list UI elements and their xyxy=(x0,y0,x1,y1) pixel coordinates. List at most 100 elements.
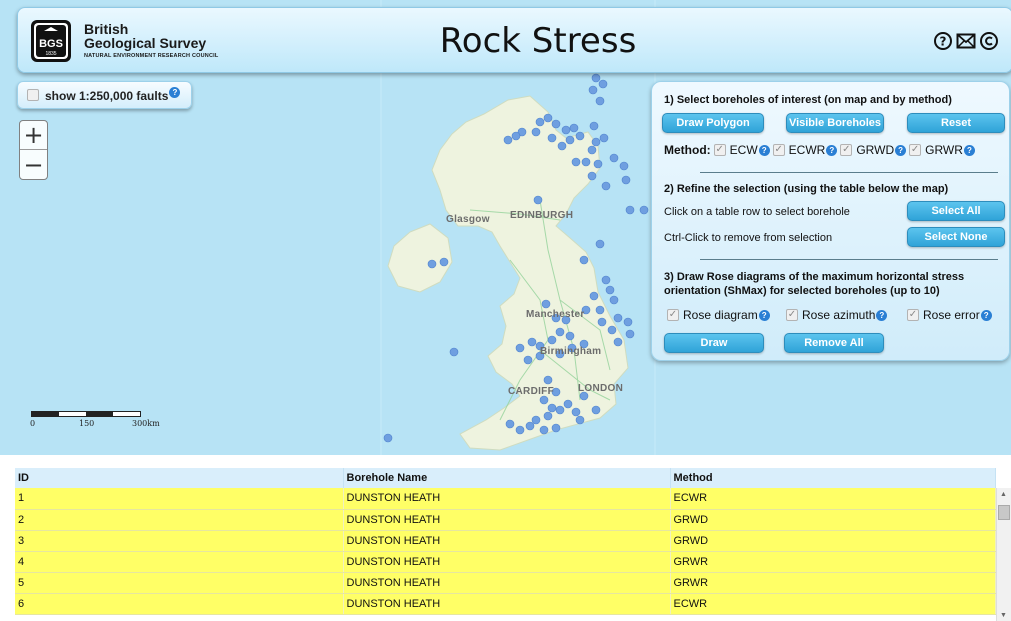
select-none-button[interactable]: Select None xyxy=(907,227,1005,247)
borehole-marker[interactable] xyxy=(588,85,598,95)
borehole-marker[interactable] xyxy=(505,419,515,429)
draw-polygon-button[interactable]: Draw Polygon xyxy=(662,113,764,133)
column-header-borehole-name[interactable]: Borehole Name xyxy=(343,468,671,488)
borehole-marker[interactable] xyxy=(595,96,605,106)
borehole-marker[interactable] xyxy=(581,157,591,167)
borehole-marker[interactable] xyxy=(575,415,585,425)
borehole-marker[interactable] xyxy=(625,205,635,215)
borehole-marker[interactable] xyxy=(589,291,599,301)
borehole-marker[interactable] xyxy=(533,195,543,205)
borehole-marker[interactable] xyxy=(511,131,521,141)
copyright-icon[interactable] xyxy=(978,30,1000,52)
borehole-marker[interactable] xyxy=(625,329,635,339)
borehole-marker[interactable] xyxy=(547,403,557,413)
borehole-marker[interactable] xyxy=(587,145,597,155)
borehole-marker[interactable] xyxy=(543,375,553,385)
borehole-marker[interactable] xyxy=(607,325,617,335)
scrollbar-thumb[interactable] xyxy=(998,505,1010,520)
borehole-marker[interactable] xyxy=(599,133,609,143)
borehole-marker[interactable] xyxy=(601,181,611,191)
borehole-marker[interactable] xyxy=(561,125,571,135)
borehole-marker[interactable] xyxy=(621,175,631,185)
borehole-marker[interactable] xyxy=(571,157,581,167)
help-icon[interactable]: ? xyxy=(826,144,838,156)
borehole-marker[interactable] xyxy=(557,141,567,151)
borehole-marker[interactable] xyxy=(571,407,581,417)
method-checkbox-ecw[interactable]: ✓ xyxy=(713,144,726,156)
rose-azimuth-checkbox[interactable]: ✓ xyxy=(786,309,798,321)
table-row[interactable]: 5 DUNSTON HEATH GRWR xyxy=(15,572,996,594)
borehole-marker[interactable] xyxy=(569,123,579,133)
faults-toggle[interactable]: show 1:250,000 faults? xyxy=(17,81,192,109)
borehole-marker[interactable] xyxy=(623,317,633,327)
borehole-marker[interactable] xyxy=(609,295,619,305)
table-row[interactable]: 1 DUNSTON HEATH ECWR xyxy=(15,488,996,510)
borehole-marker[interactable] xyxy=(563,399,573,409)
borehole-marker[interactable] xyxy=(449,347,459,357)
reset-button[interactable]: Reset xyxy=(907,113,1005,133)
borehole-marker[interactable] xyxy=(547,335,557,345)
borehole-marker[interactable] xyxy=(555,327,565,337)
scroll-up-icon[interactable]: ▲ xyxy=(1000,491,1007,498)
borehole-marker[interactable] xyxy=(439,257,449,267)
borehole-marker[interactable] xyxy=(525,421,535,431)
table-row[interactable]: 3 DUNSTON HEATH GRWD xyxy=(15,530,996,552)
borehole-marker[interactable] xyxy=(591,137,601,147)
help-icon[interactable]: ? xyxy=(895,144,907,156)
borehole-marker[interactable] xyxy=(575,131,585,141)
borehole-marker[interactable] xyxy=(595,305,605,315)
borehole-marker[interactable] xyxy=(543,113,553,123)
table-row[interactable]: 2 DUNSTON HEATH GRWD xyxy=(15,509,996,531)
borehole-marker[interactable] xyxy=(527,337,537,347)
borehole-marker[interactable] xyxy=(605,285,615,295)
method-checkbox-ecwr[interactable]: ✓ xyxy=(772,144,785,156)
borehole-marker[interactable] xyxy=(609,153,619,163)
borehole-marker[interactable] xyxy=(551,423,561,433)
column-header-id[interactable]: ID xyxy=(15,468,344,488)
help-icon[interactable]: ? xyxy=(932,30,954,52)
remove-all-button[interactable]: Remove All xyxy=(784,333,884,353)
zoom-out-button[interactable]: − xyxy=(20,150,47,179)
zoom-in-button[interactable]: + xyxy=(20,121,47,150)
borehole-marker[interactable] xyxy=(551,119,561,129)
borehole-marker[interactable] xyxy=(515,343,525,353)
visible-boreholes-button[interactable]: Visible Boreholes xyxy=(786,113,884,133)
borehole-marker[interactable] xyxy=(619,161,629,171)
method-checkbox-grwd[interactable]: ✓ xyxy=(840,144,853,156)
borehole-marker[interactable] xyxy=(531,127,541,137)
borehole-marker[interactable] xyxy=(383,433,393,443)
scroll-down-icon[interactable]: ▼ xyxy=(1000,612,1007,619)
borehole-marker[interactable] xyxy=(613,313,623,323)
borehole-marker[interactable] xyxy=(503,135,513,145)
borehole-marker[interactable] xyxy=(587,171,597,181)
borehole-marker[interactable] xyxy=(593,159,603,169)
borehole-marker[interactable] xyxy=(598,79,608,89)
table-row[interactable]: 6 DUNSTON HEATH ECWR xyxy=(15,593,996,615)
borehole-marker[interactable] xyxy=(547,133,557,143)
table-row[interactable]: 4 DUNSTON HEATH GRWR xyxy=(15,551,996,573)
borehole-marker[interactable] xyxy=(591,405,601,415)
help-icon[interactable]: ? xyxy=(758,144,770,156)
borehole-marker[interactable] xyxy=(639,205,649,215)
borehole-marker[interactable] xyxy=(539,425,549,435)
table-scrollbar[interactable]: ▲ ▼ xyxy=(996,488,1011,621)
help-icon[interactable]: ? xyxy=(876,309,888,321)
email-icon[interactable] xyxy=(955,30,977,52)
rose-error-checkbox[interactable]: ✓ xyxy=(907,309,919,321)
borehole-marker[interactable] xyxy=(597,317,607,327)
borehole-marker[interactable] xyxy=(523,355,533,365)
help-icon[interactable]: ? xyxy=(963,144,975,156)
help-icon[interactable]: ? xyxy=(758,309,770,321)
borehole-marker[interactable] xyxy=(543,411,553,421)
borehole-marker[interactable] xyxy=(595,239,605,249)
select-all-button[interactable]: Select All xyxy=(907,201,1005,221)
borehole-marker[interactable] xyxy=(539,395,549,405)
borehole-marker[interactable] xyxy=(541,299,551,309)
borehole-marker[interactable] xyxy=(515,425,525,435)
draw-button[interactable]: Draw xyxy=(664,333,764,353)
borehole-marker[interactable] xyxy=(589,121,599,131)
borehole-marker[interactable] xyxy=(555,405,565,415)
borehole-marker[interactable] xyxy=(601,275,611,285)
borehole-marker[interactable] xyxy=(565,135,575,145)
borehole-marker[interactable] xyxy=(427,259,437,269)
